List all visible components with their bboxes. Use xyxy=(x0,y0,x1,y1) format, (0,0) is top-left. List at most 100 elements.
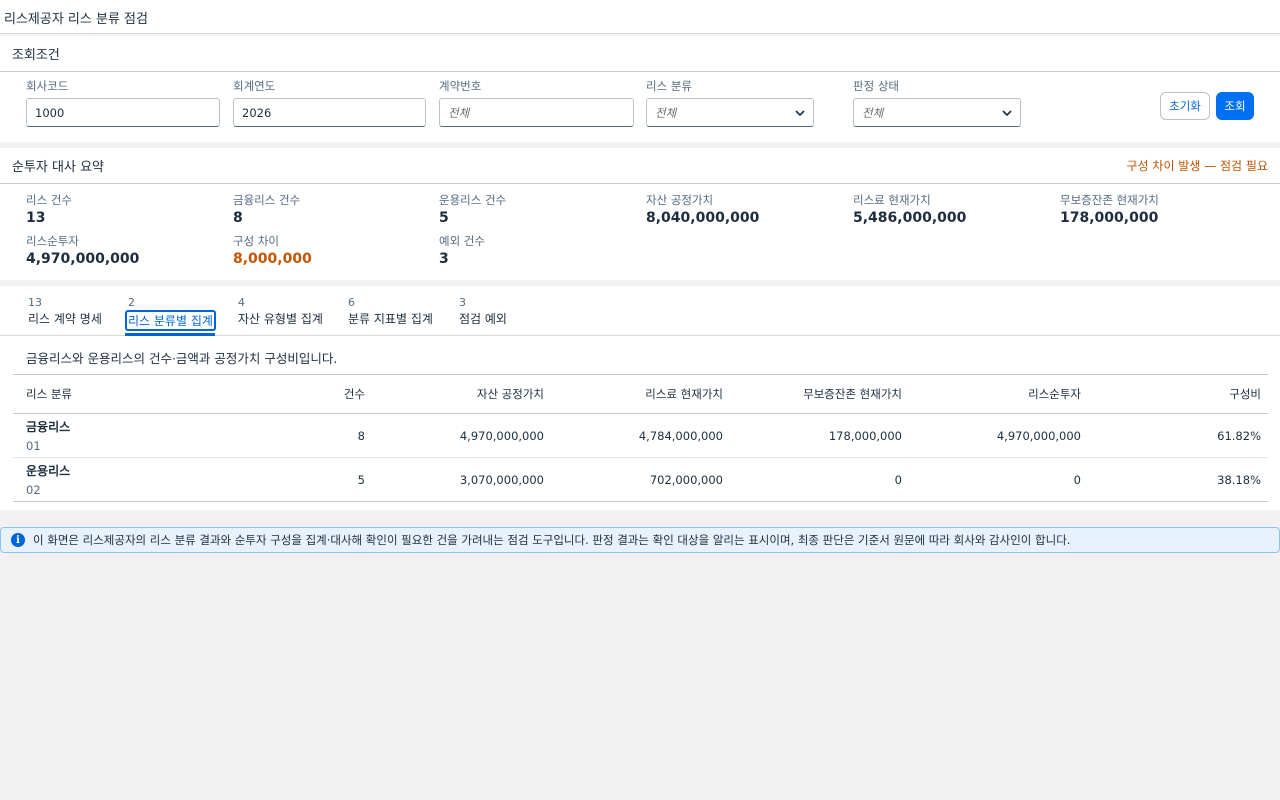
filter-title: 조회조건 xyxy=(12,48,60,63)
class-name: 운용리스 xyxy=(26,464,71,478)
chevron-down-icon xyxy=(1002,109,1012,116)
reset-button[interactable]: 초기화 xyxy=(1160,92,1210,120)
table-header-row: 리스 분류 건수 자산 공정가치 리스료 현재가치 무보증잔존 현재가치 리스순… xyxy=(13,374,1268,414)
kpi-value: 5,486,000,000 xyxy=(853,210,967,226)
tab-label: 자산 유형별 집계 xyxy=(238,312,323,326)
summary-title: 순투자 대사 요약 xyxy=(12,160,104,175)
judgment-status-field: 판정 상태 전체 xyxy=(853,78,1021,127)
tab-count: 4 xyxy=(238,296,245,309)
class-cell: 금융리스 01 xyxy=(13,414,192,458)
page-title: 리스제공자 리스 분류 점검 xyxy=(4,12,148,27)
class-summary-content: 금융리스와 운용리스의 건수·금액과 공정가치 구성비입니다. 리스 분류 건수… xyxy=(0,336,1280,510)
fiscal-year-label: 회계연도 xyxy=(233,79,276,93)
pv-payments-cell: 4,784,000,000 xyxy=(638,428,723,443)
info-text: 이 화면은 리스제공자의 리스 분류 결과와 순투자 구성을 집계·대사해 확인… xyxy=(33,533,1071,547)
fiscal-year-field: 회계연도 2026 xyxy=(233,78,426,127)
table-row[interactable]: 운용리스 02 5 3,070,000,000 702,000,000 0 0 … xyxy=(13,458,1268,502)
judgment-status-select[interactable]: 전체 xyxy=(853,98,1021,127)
contract-number-field: 계약번호 전체 xyxy=(439,78,634,127)
kpi-value: 3 xyxy=(439,251,449,267)
tab-label: 리스 분류별 집계 xyxy=(125,310,216,331)
summary-panel: 순투자 대사 요약 구성 차이 발생 — 점검 필요 리스 건수 13 금융리스… xyxy=(0,148,1280,280)
kpi-label: 리스 건수 xyxy=(26,193,72,207)
tab-indicator-summary[interactable]: 6 분류 지표별 집계 xyxy=(346,296,435,327)
kpi-label: 금융리스 건수 xyxy=(233,193,301,207)
summary-header: 순투자 대사 요약 구성 차이 발생 — 점검 필요 xyxy=(0,148,1280,184)
contract-number-input[interactable]: 전체 xyxy=(439,98,634,127)
company-code-input[interactable]: 1000 xyxy=(26,98,220,127)
chevron-down-icon xyxy=(795,109,805,116)
fair-value-cell: 3,070,000,000 xyxy=(459,472,544,487)
kpi-label: 리스순투자 xyxy=(26,234,79,248)
judgment-status-label: 판정 상태 xyxy=(853,79,899,93)
kpi-label: 리스료 현재가치 xyxy=(853,193,931,207)
kpi-value: 8,000,000 xyxy=(233,251,312,267)
tab-count: 3 xyxy=(459,296,466,309)
count-cell: 8 xyxy=(357,428,365,443)
kpi-label: 예외 건수 xyxy=(439,234,485,248)
class-cell: 운용리스 02 xyxy=(13,458,192,502)
count-cell: 5 xyxy=(357,472,365,487)
company-code-field: 회사코드 1000 xyxy=(26,78,220,127)
page-header: 리스제공자 리스 분류 점검 xyxy=(0,0,1280,34)
column-header: 무보증잔존 현재가치 xyxy=(803,387,902,401)
kpi-value: 5 xyxy=(439,210,449,226)
tab-count: 6 xyxy=(348,296,355,309)
kpi-value: 13 xyxy=(26,210,46,226)
column-header: 자산 공정가치 xyxy=(476,387,544,401)
net-investment-cell: 0 xyxy=(1073,472,1081,487)
tab-class-summary[interactable]: 2 리스 분류별 집계 xyxy=(125,296,216,331)
tab-exceptions[interactable]: 3 점검 예외 xyxy=(457,296,509,327)
lease-class-select[interactable]: 전체 xyxy=(646,98,814,127)
lease-class-value: 전체 xyxy=(655,105,677,120)
kpi-fair-value: 자산 공정가치 8,040,000,000 xyxy=(646,192,759,226)
fiscal-year-input[interactable]: 2026 xyxy=(233,98,426,127)
kpi-label: 구성 차이 xyxy=(233,234,279,248)
pv-residual-cell: 178,000,000 xyxy=(828,428,902,443)
tab-count: 2 xyxy=(128,296,135,309)
contract-number-label: 계약번호 xyxy=(439,79,482,93)
kpi-net-investment: 리스순투자 4,970,000,000 xyxy=(26,233,139,267)
info-message-strip: i 이 화면은 리스제공자의 리스 분류 결과와 순투자 구성을 집계·대사해 … xyxy=(0,527,1280,553)
ratio-cell: 38.18% xyxy=(1217,472,1261,487)
class-summary-table: 리스 분류 건수 자산 공정가치 리스료 현재가치 무보증잔존 현재가치 리스순… xyxy=(13,374,1268,502)
kpi-value: 8,040,000,000 xyxy=(646,210,760,226)
kpi-composition-diff: 구성 차이 8,000,000 xyxy=(233,233,312,267)
tab-bar: 13 리스 계약 명세 2 리스 분류별 집계 4 자산 유형별 집계 6 분류… xyxy=(0,286,1280,336)
tab-count: 13 xyxy=(28,296,42,309)
lease-class-label: 리스 분류 xyxy=(646,79,692,93)
pv-payments-cell: 702,000,000 xyxy=(649,472,723,487)
column-header: 리스 분류 xyxy=(26,387,72,401)
column-header: 구성비 xyxy=(1229,387,1261,401)
ratio-cell: 61.82% xyxy=(1217,428,1261,443)
column-header: 리스료 현재가치 xyxy=(645,387,723,401)
search-button[interactable]: 조회 xyxy=(1216,92,1254,120)
kpi-finance-count: 금융리스 건수 8 xyxy=(233,192,300,226)
kpi-pv-payments: 리스료 현재가치 5,486,000,000 xyxy=(853,192,966,226)
kpi-exception-count: 예외 건수 3 xyxy=(439,233,485,267)
filter-panel: 조회조건 회사코드 1000 회계연도 2026 계약번호 전체 리스 분류 전… xyxy=(0,36,1280,142)
kpi-operating-count: 운용리스 건수 5 xyxy=(439,192,506,226)
kpi-value: 8 xyxy=(233,210,243,226)
company-code-label: 회사코드 xyxy=(26,79,69,93)
class-code: 02 xyxy=(26,483,41,497)
kpi-label: 무보증잔존 현재가치 xyxy=(1060,193,1159,207)
tab-contract-list[interactable]: 13 리스 계약 명세 xyxy=(26,296,104,327)
kpi-lease-count: 리스 건수 13 xyxy=(26,192,72,226)
lease-class-field: 리스 분류 전체 xyxy=(646,78,814,127)
info-icon: i xyxy=(11,533,25,547)
tab-asset-type-summary[interactable]: 4 자산 유형별 집계 xyxy=(236,296,325,327)
fair-value-cell: 4,970,000,000 xyxy=(459,428,544,443)
kpi-label: 운용리스 건수 xyxy=(439,193,507,207)
judgment-status-value: 전체 xyxy=(862,105,884,120)
net-investment-cell: 4,970,000,000 xyxy=(996,428,1081,443)
table-row[interactable]: 금융리스 01 8 4,970,000,000 4,784,000,000 17… xyxy=(13,414,1268,458)
pv-residual-cell: 0 xyxy=(894,472,902,487)
tab-label: 점검 예외 xyxy=(459,312,507,326)
summary-warning: 구성 차이 발생 — 점검 필요 xyxy=(1126,159,1268,173)
kpi-label: 자산 공정가치 xyxy=(646,193,714,207)
filter-header: 조회조건 xyxy=(0,36,1280,72)
column-header: 리스순투자 xyxy=(1028,387,1081,401)
tab-label: 리스 계약 명세 xyxy=(28,312,102,326)
class-code: 01 xyxy=(26,439,41,453)
